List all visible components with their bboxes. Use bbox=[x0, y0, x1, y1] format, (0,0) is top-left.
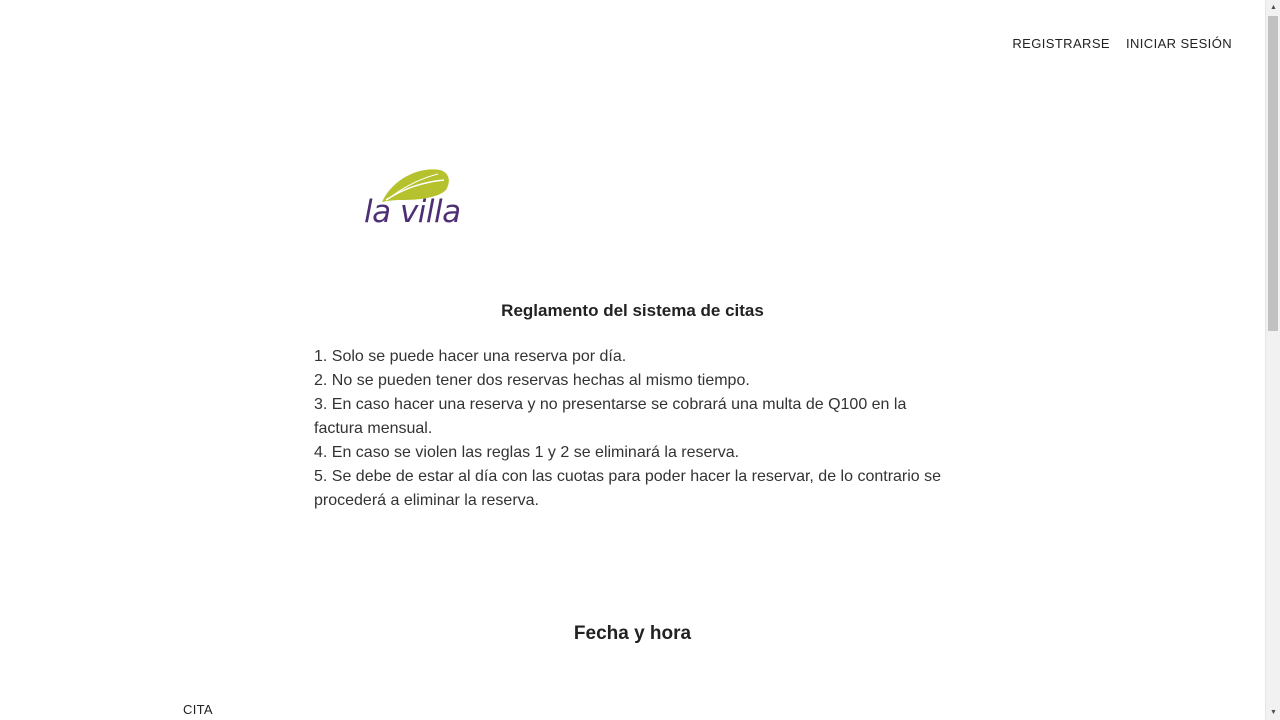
rule-item: 5. Se debe de estar al día con las cuota… bbox=[314, 468, 942, 509]
scroll-up-icon[interactable]: ▲ bbox=[1266, 0, 1280, 15]
scroll-down-icon[interactable]: ▼ bbox=[1266, 705, 1280, 720]
login-link[interactable]: INICIAR SESIÓN bbox=[1126, 36, 1232, 51]
vertical-scrollbar[interactable]: ▲ ▼ bbox=[1265, 0, 1280, 720]
la-villa-logo: la villa bbox=[362, 164, 468, 236]
appointment-label: CITA bbox=[183, 702, 213, 717]
rules-list: 1. Solo se puede hacer una reserva por d… bbox=[314, 345, 944, 513]
register-link[interactable]: REGISTRARSE bbox=[1012, 36, 1110, 51]
rule-item: 2. No se pueden tener dos reservas hecha… bbox=[314, 372, 750, 389]
rule-item: 4. En caso se violen las reglas 1 y 2 se… bbox=[314, 444, 740, 461]
logo-text: la villa bbox=[364, 194, 461, 230]
date-time-title: Fecha y hora bbox=[573, 623, 692, 644]
top-nav: REGISTRARSE INICIAR SESIÓN bbox=[1012, 36, 1232, 51]
scrollbar-thumb[interactable] bbox=[1268, 16, 1278, 331]
rules-title: Reglamento del sistema de citas bbox=[501, 301, 764, 320]
rule-item: 3. En caso hacer una reserva y no presen… bbox=[314, 396, 907, 437]
rule-item: 1. Solo se puede hacer una reserva por d… bbox=[314, 348, 627, 365]
